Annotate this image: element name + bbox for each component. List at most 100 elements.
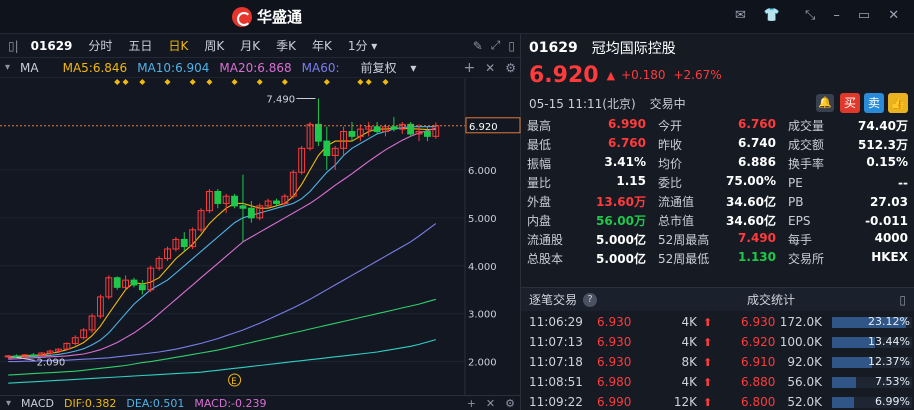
stat-bar: 13.44% xyxy=(832,335,912,348)
collapse-icon[interactable]: ▯ xyxy=(899,293,906,307)
stat-bar-track: 13.44% xyxy=(832,335,912,348)
adjust-label: 前复权 xyxy=(360,61,397,75)
up-arrow-icon: ⬆ xyxy=(703,375,713,389)
quote-label: 流通值 xyxy=(658,195,695,209)
close-icon[interactable]: ✕ xyxy=(888,8,899,23)
more-icon[interactable]: 👍 xyxy=(888,93,908,113)
stat-pct: 6.99% xyxy=(875,395,910,408)
title-bar: 华盛通 ✉ 👕 ⤡ – ▭ ✕ xyxy=(0,0,914,34)
stats-title[interactable]: 成交统计 xyxy=(747,291,795,308)
tab-daily-k[interactable]: 日K xyxy=(160,37,196,54)
buy-button[interactable]: 买 xyxy=(840,93,860,113)
interval-label: 1分 xyxy=(347,39,368,53)
event-diamond-icon xyxy=(256,79,263,85)
fullscreen-icon[interactable]: ⤢ xyxy=(487,38,505,53)
close-indicator-icon[interactable]: ✕ xyxy=(486,397,495,410)
shrink-icon[interactable]: ⤡ xyxy=(805,8,815,23)
tshirt-icon[interactable]: 👕 xyxy=(764,8,780,23)
event-diamond-icon xyxy=(122,79,129,85)
stock-code: 01629 xyxy=(30,38,73,53)
ma-line-ma5 xyxy=(8,127,436,358)
quote-cell: 外盘 13.60万 xyxy=(521,193,652,210)
sell-button[interactable]: 卖 xyxy=(864,93,884,113)
tab-monthly-k[interactable]: 月K xyxy=(232,37,268,54)
tab-five-day[interactable]: 五日 xyxy=(120,37,160,54)
macd-dea: DEA:0.501 xyxy=(126,396,185,410)
candle-body xyxy=(239,205,247,209)
current-price-label: 6.920 xyxy=(469,122,498,133)
quote-value: 5.000亿 xyxy=(596,252,646,266)
tab-yearly-k[interactable]: 年K xyxy=(304,37,340,54)
low-price-label: 2.090 xyxy=(37,357,66,368)
tab-quarterly-k[interactable]: 季K xyxy=(268,37,304,54)
kline-chart[interactable]: 6.000 5.000 4.000 3.000 2.000 6.920 7.490 2.090… xyxy=(0,78,521,396)
window-controls: ⤡ – ▭ ✕ xyxy=(805,8,899,23)
event-diamond-icon xyxy=(189,79,196,85)
draw-icon[interactable]: ✎ xyxy=(469,39,487,53)
quote-label: 成交量 xyxy=(788,119,825,133)
quote-value: 13.60万 xyxy=(596,195,646,209)
quote-cell: 成交额 512.3万 xyxy=(782,136,914,153)
add-indicator-icon[interactable]: + xyxy=(458,60,480,76)
quote-row: 外盘 13.60万 流通值 34.60亿 PB 27.03 xyxy=(521,192,914,211)
macd-label[interactable]: MACD xyxy=(21,397,54,410)
stat-volume: 92.0K xyxy=(787,355,822,369)
logo-icon xyxy=(232,6,252,27)
stat-bar-track: 6.99% xyxy=(832,395,912,408)
stat-bar: 12.37% xyxy=(832,355,912,368)
event-diamond-icon xyxy=(231,79,238,85)
minimize-icon[interactable]: – xyxy=(833,8,840,23)
tab-weekly-k[interactable]: 周K xyxy=(196,37,232,54)
trade-time: 11:06:29 xyxy=(529,315,583,329)
ma-label[interactable]: MA xyxy=(15,61,44,75)
quote-cell: 量比 1.15 xyxy=(521,174,652,191)
event-diamond-icon xyxy=(206,79,213,85)
quote-cell: EPS -0.011 xyxy=(782,214,914,228)
quote-label: EPS xyxy=(788,213,811,228)
quote-value: 4000 xyxy=(874,231,908,245)
quote-row: 最低 6.760 昨收 6.740 成交额 512.3万 xyxy=(521,135,914,154)
event-diamond-icon xyxy=(365,79,372,85)
candle-body xyxy=(180,238,188,248)
quote-value: 6.760 xyxy=(738,117,776,131)
panel-toggle-icon[interactable]: ▯| xyxy=(0,39,27,53)
mail-icon[interactable]: ✉ xyxy=(735,8,746,23)
quote-value: 1.130 xyxy=(738,250,776,264)
add-indicator-icon[interactable]: + xyxy=(467,397,476,410)
close-indicator-icon[interactable]: ✕ xyxy=(480,61,500,75)
help-icon[interactable]: ? xyxy=(583,292,598,307)
quote-value: 512.3万 xyxy=(858,138,908,152)
maximize-icon[interactable]: ▭ xyxy=(858,8,870,23)
quote-cell: 交易所 HKEX xyxy=(782,250,914,267)
quote-value: 6.740 xyxy=(738,136,776,150)
candle-body xyxy=(231,195,239,207)
chevron-down-icon[interactable]: ▾ xyxy=(6,398,11,409)
bell-icon[interactable]: 🔔 xyxy=(816,94,834,112)
trade-row: 11:07:13 6.930 4K ⬆ 6.920 100.0K 13.44% xyxy=(521,332,914,352)
settings-gear-icon[interactable]: ⚙ xyxy=(500,61,521,75)
status-row: 05-15 11:11(北京) 交易中 🔔 买 卖 👍 xyxy=(521,92,914,114)
ma10-value: MA10:6.904 xyxy=(137,60,210,75)
settings-gear-icon[interactable]: ⚙ xyxy=(505,397,521,410)
ma20-value: MA20:6.868 xyxy=(219,60,292,75)
chevron-down-icon[interactable]: ▾ xyxy=(0,62,15,73)
up-arrow-icon: ⬆ xyxy=(703,395,713,409)
stat-bar-fill xyxy=(832,357,872,368)
quote-row: 内盘 56.00万 总市值 34.60亿 EPS -0.011 xyxy=(521,211,914,230)
stat-bar-track: 23.12% xyxy=(832,315,912,328)
collapse-icon[interactable]: ▯ xyxy=(504,39,521,53)
trades-title[interactable]: 逐笔交易 xyxy=(521,291,577,308)
quote-cell: 昨收 6.740 xyxy=(652,136,782,153)
stat-pct: 7.53% xyxy=(875,375,910,388)
interval-select[interactable]: 1分 ▾ xyxy=(340,37,386,54)
quote-row: 量比 1.15 委比 75.00% PE -- xyxy=(521,173,914,192)
trades-header: 逐笔交易 ? 成交统计 ▯ xyxy=(521,287,914,311)
trade-price: 6.930 xyxy=(597,315,632,329)
price-change: +0.180 xyxy=(621,68,666,82)
event-diamond-icon xyxy=(114,79,121,85)
trade-time: 11:09:22 xyxy=(529,395,583,409)
trade-volume: 8K xyxy=(681,355,697,369)
tab-intraday[interactable]: 分时 xyxy=(80,37,120,54)
adjust-select[interactable]: 前复权 ▾ xyxy=(351,59,427,76)
candle-body xyxy=(273,200,280,204)
